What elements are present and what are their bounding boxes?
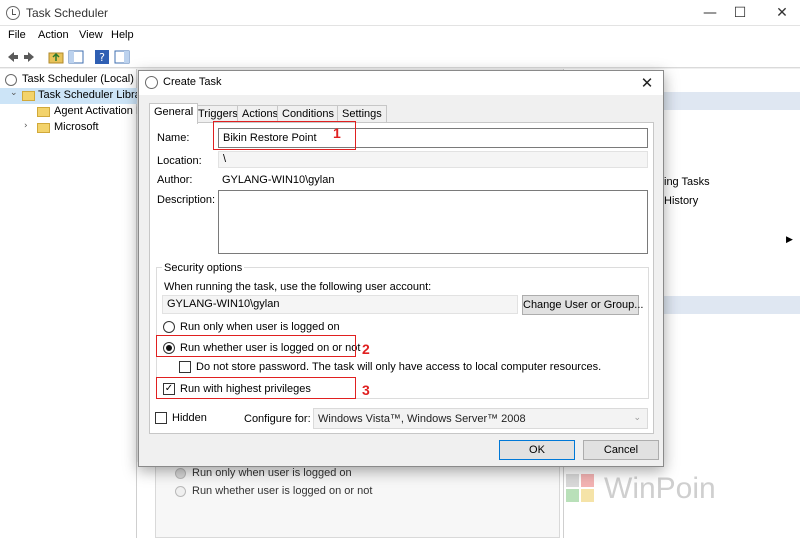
main-titlebar: Task Scheduler — ☐ ✕ — [0, 0, 800, 26]
task-scheduler-icon — [145, 76, 158, 89]
annotation-number-1: 1 — [333, 125, 341, 141]
user-account-field: GYLANG-WIN10\gylan — [162, 295, 518, 314]
forward-icon[interactable] — [22, 49, 38, 65]
no-store-password-label: Do not store password. The task will onl… — [196, 361, 602, 373]
configure-for-select[interactable]: Windows Vista™, Windows Server™ 2008 ⌄ — [313, 408, 648, 429]
menu-action[interactable]: Action — [38, 29, 69, 41]
cancel-button[interactable]: Cancel — [583, 440, 659, 460]
tree-item-library[interactable]: ⌄ Task Scheduler Library — [0, 88, 137, 104]
maximize-button[interactable]: ☐ — [722, 0, 758, 26]
watermark-text: WinPoin — [604, 472, 716, 505]
annotation-number-2: 2 — [362, 341, 370, 357]
back-icon[interactable] — [4, 49, 20, 65]
menu-view[interactable]: View — [79, 29, 103, 41]
svg-text:?: ? — [99, 51, 105, 64]
collapsed-chevron-icon[interactable]: › — [24, 121, 28, 131]
action-item-running-tasks[interactable]: ing Tasks — [664, 176, 710, 188]
bg-option-logged-on: Run only when user is logged on — [192, 467, 352, 479]
expanded-chevron-icon[interactable]: ⌄ — [10, 88, 18, 98]
folder-icon — [37, 107, 50, 117]
submenu-arrow-icon: ▶ — [786, 235, 793, 245]
annotation-number-3: 3 — [362, 382, 370, 398]
dialog-titlebar: Create Task ✕ — [139, 71, 663, 95]
hidden-label: Hidden — [172, 412, 207, 424]
ok-button[interactable]: OK — [499, 440, 575, 460]
account-prompt: When running the task, use the following… — [164, 281, 432, 293]
author-value: GYLANG-WIN10\gylan — [222, 174, 335, 186]
configure-for-label: Configure for: — [244, 413, 311, 425]
chevron-down-icon: ⌄ — [633, 413, 641, 423]
radio-logged-on[interactable] — [163, 321, 175, 333]
description-field[interactable] — [218, 190, 648, 254]
bg-option-whether: Run whether user is logged on or not — [192, 485, 373, 497]
show-hide-tree-icon[interactable] — [68, 49, 84, 65]
bg-radio-logged-on — [175, 468, 186, 479]
checkbox-no-store-password[interactable] — [179, 361, 191, 373]
toolbar: ? — [0, 46, 800, 68]
menu-help[interactable]: Help — [111, 29, 134, 41]
tree-item-root[interactable]: Task Scheduler (Local) — [0, 72, 137, 88]
annotation-box-highest-privileges — [156, 377, 356, 399]
actions-pane-header — [664, 92, 800, 110]
author-label: Author: — [157, 174, 193, 186]
tree-item-label: Task Scheduler Library — [38, 89, 137, 101]
name-label: Name: — [157, 132, 190, 144]
winpoin-watermark: WinPoin — [566, 470, 746, 510]
configure-for-value: Windows Vista™, Windows Server™ 2008 — [318, 413, 526, 425]
tree-item-label: Agent Activation Ru — [54, 105, 137, 117]
location-value: \ — [218, 151, 648, 168]
actions-pane-header-2 — [664, 296, 800, 314]
checkbox-hidden[interactable] — [155, 412, 167, 424]
close-button[interactable]: ✕ — [764, 0, 800, 26]
tab-general[interactable]: General — [149, 103, 199, 124]
location-label: Location: — [157, 155, 202, 167]
task-scheduler-icon — [6, 6, 20, 20]
folder-icon — [37, 123, 50, 133]
show-hide-action-pane-icon[interactable] — [114, 49, 130, 65]
security-options-title: Security options — [162, 262, 245, 274]
description-label: Description: — [157, 194, 216, 206]
action-item-history[interactable]: History — [664, 195, 698, 207]
tree-item-label: Microsoft — [54, 121, 99, 133]
tree-item-agent[interactable]: Agent Activation Ru — [0, 104, 137, 120]
folder-icon — [22, 91, 35, 101]
menu-file[interactable]: File — [8, 29, 26, 41]
help-icon[interactable]: ? — [94, 49, 110, 65]
navigation-tree: Task Scheduler (Local) ⌄ Task Scheduler … — [0, 69, 137, 538]
task-details-panel: Run only when user is logged on Run whet… — [155, 462, 560, 538]
window-title: Task Scheduler — [26, 6, 109, 20]
option-logged-on: Run only when user is logged on — [180, 321, 340, 333]
bg-radio-whether — [175, 486, 186, 497]
clock-icon — [5, 74, 17, 86]
dialog-title: Create Task — [163, 76, 222, 88]
dialog-close-button[interactable]: ✕ — [637, 73, 657, 93]
winpoin-logo — [566, 474, 596, 504]
up-folder-icon[interactable] — [48, 49, 64, 65]
menu-bar: File Action View Help — [0, 26, 800, 46]
tree-item-label: Task Scheduler (Local) — [22, 73, 134, 85]
annotation-box-run-whether — [156, 335, 356, 357]
tree-item-microsoft[interactable]: › Microsoft — [0, 120, 137, 136]
change-user-button[interactable]: Change User or Group... — [522, 295, 643, 315]
